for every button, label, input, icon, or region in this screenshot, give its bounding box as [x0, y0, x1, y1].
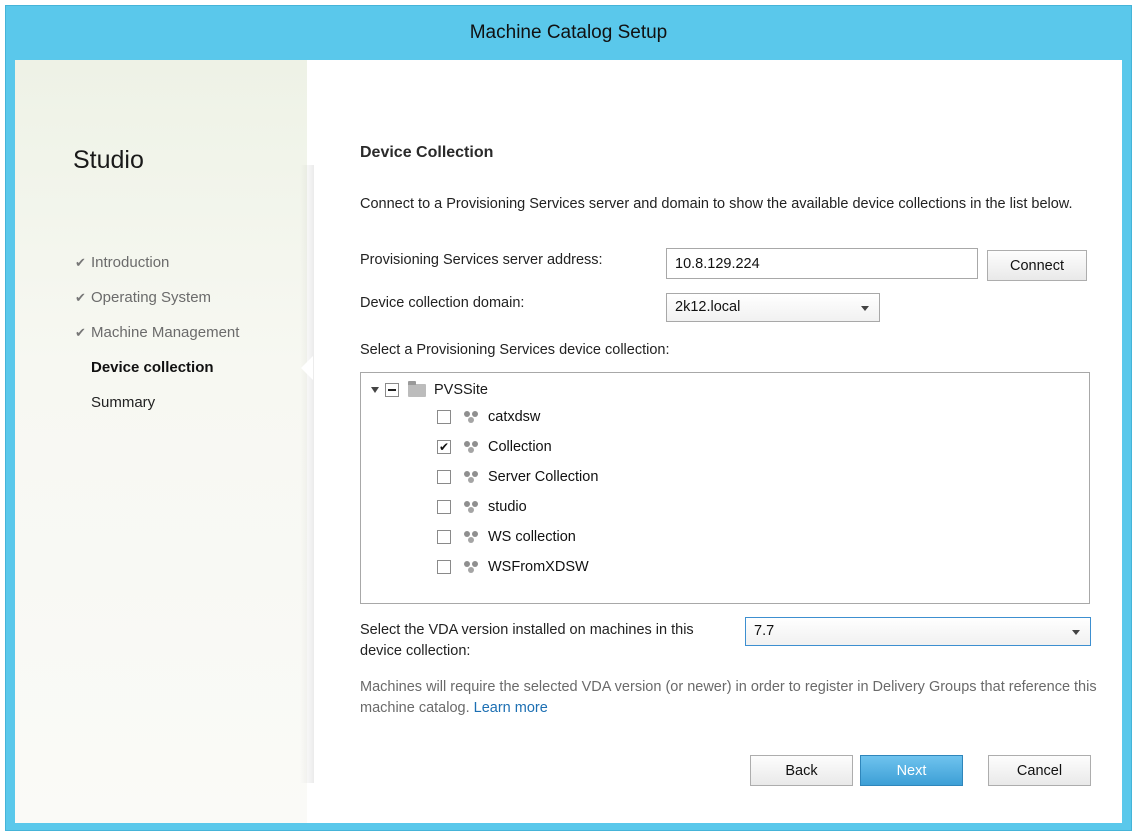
- wizard-sidebar: Studio ✔ Introduction ✔ Operating System…: [15, 60, 307, 823]
- server-address-input[interactable]: [666, 248, 978, 279]
- device-collection-icon: [464, 531, 478, 543]
- wizard-main-panel: Device Collection Connect to a Provision…: [360, 60, 1102, 823]
- step-device-collection: Device collection: [75, 358, 239, 393]
- step-introduction: ✔ Introduction: [75, 253, 239, 288]
- collection-checkbox[interactable]: [437, 410, 451, 424]
- current-step-pointer: [301, 356, 313, 380]
- tree-item[interactable]: ✔ Collection: [437, 436, 552, 458]
- setup-window: Machine Catalog Setup Studio ✔ Introduct…: [5, 5, 1132, 831]
- tree-item-label: WS collection: [488, 529, 576, 545]
- chevron-down-icon: [861, 306, 869, 311]
- learn-more-link[interactable]: Learn more: [474, 700, 548, 716]
- step-machine-management: ✔ Machine Management: [75, 323, 239, 358]
- collection-checkbox[interactable]: ✔: [437, 440, 451, 454]
- cancel-button[interactable]: Cancel: [988, 755, 1091, 786]
- page-title: Device Collection: [360, 144, 494, 161]
- device-collection-icon: [464, 501, 478, 513]
- tree-item-label: Server Collection: [488, 469, 599, 485]
- step-summary: Summary: [75, 393, 239, 428]
- device-collection-icon: [464, 471, 478, 483]
- collection-checkbox[interactable]: [437, 530, 451, 544]
- vda-version-value: 7.7: [754, 623, 775, 639]
- chevron-down-icon: [1072, 630, 1080, 635]
- connect-button[interactable]: Connect: [987, 250, 1087, 281]
- intro-text: Connect to a Provisioning Services serve…: [360, 196, 1073, 212]
- step-label: Operating System: [91, 289, 212, 306]
- vda-version-label: Select the VDA version installed on mach…: [360, 622, 694, 659]
- tree-item[interactable]: Server Collection: [437, 466, 598, 488]
- step-operating-system: ✔ Operating System: [75, 288, 239, 323]
- wizard-steps: ✔ Introduction ✔ Operating System ✔ Mach…: [75, 253, 239, 428]
- next-button[interactable]: Next: [860, 755, 963, 786]
- tree-root-label: PVSSite: [434, 382, 488, 398]
- step-label: Device collection: [91, 359, 214, 376]
- tree-item[interactable]: WS collection: [437, 526, 576, 548]
- domain-label: Device collection domain:: [360, 295, 525, 311]
- vda-note: Machines will require the selected VDA v…: [360, 677, 1100, 719]
- collection-checkbox[interactable]: [437, 560, 451, 574]
- tree-item[interactable]: WSFromXDSW: [437, 556, 589, 578]
- tree-root-checkbox[interactable]: [385, 383, 399, 397]
- device-collection-icon: [464, 561, 478, 573]
- collection-prompt: Select a Provisioning Services device co…: [360, 342, 670, 358]
- wizard-client-area: Studio ✔ Introduction ✔ Operating System…: [15, 60, 1122, 823]
- step-label: Introduction: [91, 254, 170, 271]
- tree-item-label: studio: [488, 499, 527, 515]
- server-address-label: Provisioning Services server address:: [360, 252, 603, 268]
- checkmark-icon: ✔: [75, 290, 86, 305]
- checkmark-icon: ✔: [75, 325, 86, 340]
- sidebar-shadow: [300, 165, 314, 783]
- expand-caret-icon[interactable]: [371, 387, 379, 393]
- step-label: Summary: [91, 394, 156, 411]
- collection-checkbox[interactable]: [437, 500, 451, 514]
- window-title: Machine Catalog Setup: [469, 22, 668, 43]
- domain-value: 2k12.local: [675, 299, 741, 315]
- device-collection-tree[interactable]: PVSSite catxdsw ✔ Collection Server Coll…: [360, 372, 1090, 604]
- tree-root-pvssite[interactable]: PVSSite: [371, 379, 488, 401]
- vda-note-text: Machines will require the selected VDA v…: [360, 679, 1097, 716]
- device-collection-icon: [464, 411, 478, 423]
- device-collection-icon: [464, 441, 478, 453]
- checkmark-icon: ✔: [75, 255, 86, 270]
- folder-icon: [408, 380, 426, 397]
- collection-checkbox[interactable]: [437, 470, 451, 484]
- domain-dropdown[interactable]: 2k12.local: [666, 293, 880, 322]
- tree-item[interactable]: studio: [437, 496, 527, 518]
- vda-version-dropdown[interactable]: 7.7: [745, 617, 1091, 646]
- tree-item[interactable]: catxdsw: [437, 406, 540, 428]
- tree-item-label: WSFromXDSW: [488, 559, 589, 575]
- tree-item-label: Collection: [488, 439, 552, 455]
- step-label: Machine Management: [91, 324, 240, 341]
- back-button[interactable]: Back: [750, 755, 853, 786]
- tree-item-label: catxdsw: [488, 409, 541, 425]
- studio-brand: Studio: [73, 146, 144, 174]
